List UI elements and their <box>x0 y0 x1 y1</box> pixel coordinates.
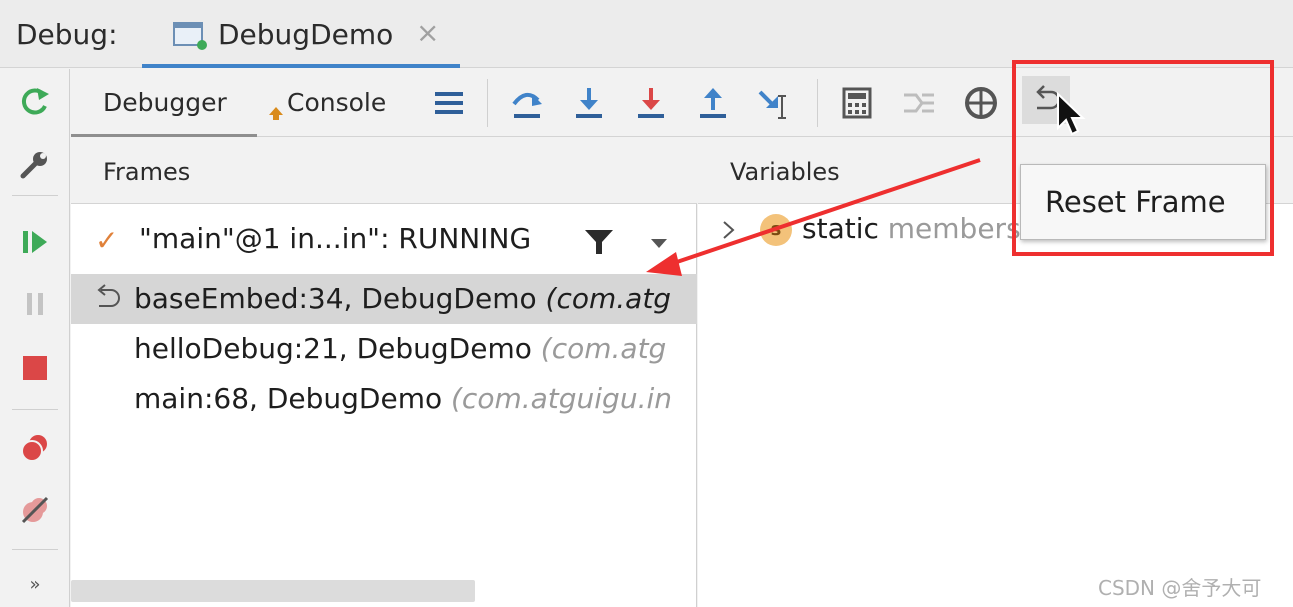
horizontal-scrollbar[interactable] <box>71 580 475 602</box>
filter-icon[interactable] <box>583 226 615 258</box>
check-icon: ✓ <box>95 224 119 257</box>
step-out-icon[interactable] <box>693 83 733 123</box>
frame-package: (com.atg <box>545 282 672 315</box>
variable-name: static <box>802 212 888 245</box>
force-step-into-icon[interactable] <box>631 83 671 123</box>
run-to-cursor-icon[interactable] <box>755 83 795 123</box>
close-icon[interactable]: × <box>416 16 439 49</box>
frame-name: baseEmbed:34, DebugDemo <box>134 282 546 315</box>
variables-title: Variables <box>730 158 840 186</box>
mute-breakpoints-icon[interactable] <box>14 489 56 531</box>
console-warning-icon <box>269 107 283 120</box>
more-icon[interactable]: » <box>14 563 56 605</box>
frame-package: (com.atg <box>540 332 667 365</box>
pause-icon[interactable] <box>14 283 56 325</box>
thread-label: "main"@1 in...in": RUNNING <box>139 222 532 255</box>
run-config-icon <box>173 22 207 50</box>
resume-icon[interactable] <box>14 221 56 263</box>
chevron-right-icon[interactable] <box>720 218 738 242</box>
tab-console-label: Console <box>287 88 387 117</box>
tab-label: DebugDemo <box>218 18 394 51</box>
wrench-icon[interactable] <box>14 143 56 185</box>
frames-panel: Frames ✓ "main"@1 in...in": RUNNING base… <box>71 138 697 607</box>
layout-icon[interactable] <box>429 83 469 123</box>
view-breakpoints-icon[interactable] <box>14 427 56 469</box>
watermark: CSDN @舍予大可 <box>1098 576 1262 600</box>
step-into-icon[interactable] <box>569 83 609 123</box>
frame-name: helloDebug:21, DebugDemo <box>134 332 541 365</box>
stop-icon[interactable] <box>14 347 56 389</box>
step-over-icon[interactable] <box>507 83 547 123</box>
trace-stream-icon[interactable] <box>899 83 939 123</box>
static-badge-icon: s <box>760 214 792 246</box>
debug-tool-window-header: Debug: DebugDemo × <box>0 0 1293 68</box>
chevron-down-icon[interactable] <box>649 236 669 250</box>
left-toolbar: » <box>0 69 70 607</box>
web-icon[interactable] <box>961 83 1001 123</box>
frame-package: (com.atguigu.in <box>451 382 673 415</box>
frames-title: Frames <box>103 158 191 186</box>
frame-name: main:68, DebugDemo <box>134 382 451 415</box>
highlight-box <box>1012 60 1274 256</box>
variable-kind: members <box>887 212 1021 245</box>
frames-header: Frames <box>71 138 697 204</box>
reset-frame-icon <box>97 284 120 307</box>
frame-row[interactable]: baseEmbed:34, DebugDemo (com.atg <box>71 274 697 324</box>
tab-debugger[interactable]: Debugger <box>71 69 257 137</box>
thread-selector[interactable]: ✓ "main"@1 in...in": RUNNING <box>71 204 697 274</box>
debug-label: Debug: <box>16 18 118 51</box>
rerun-icon[interactable] <box>14 81 56 123</box>
tab-console[interactable]: Console <box>261 69 401 137</box>
tab-debugdemo[interactable]: DebugDemo × <box>142 0 460 68</box>
frame-row[interactable]: main:68, DebugDemo (com.atguigu.in <box>71 374 697 424</box>
tab-debugger-label: Debugger <box>103 88 227 117</box>
evaluate-expression-icon[interactable] <box>837 83 877 123</box>
frame-row[interactable]: helloDebug:21, DebugDemo (com.atg <box>71 324 697 374</box>
